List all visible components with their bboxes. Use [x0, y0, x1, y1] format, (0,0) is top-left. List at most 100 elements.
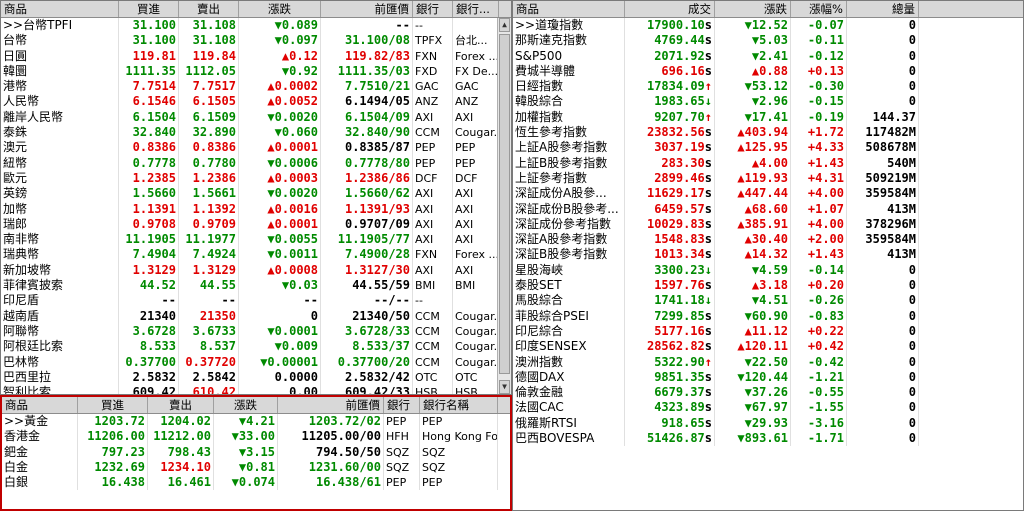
idx-table-row[interactable]: 星股海峽 3300.23↓ ▼4.59 -0.14 0	[513, 262, 1023, 279]
scroll-thumb[interactable]	[499, 34, 510, 374]
fx-table-row[interactable]: 阿根廷比索8.5338.537▼0.0098.533/37CCMCougar..…	[1, 339, 511, 355]
idx-table-row[interactable]: 印度SENSEX 28562.82s ▲120.11 +0.42 0	[513, 339, 1023, 355]
idx-table-row[interactable]: >>道瓊指數 17900.10s ▼12.52 -0.07 0	[513, 18, 1023, 34]
index-quote-panel: 商品 成交 漲跌 漲幅% 總量 >>道瓊指數 17900.10s ▼12.52 -0.…	[512, 0, 1024, 511]
idx-cell-chg: ▲119.93	[715, 170, 791, 187]
metal-table-row[interactable]: 香港金 11206.00 11212.00 ▼33.00 11205.00/00 HFH H…	[2, 429, 510, 445]
idx-table-row[interactable]: 加權指數 9207.70↑ ▼17.41 -0.19 144.37	[513, 109, 1023, 126]
idx-table-row[interactable]: 那斯達克指數 4769.44s ▼5.03 -0.11 0	[513, 33, 1023, 49]
fx-table-row[interactable]: 南非幣 11.1905 11.1977 ▼0.0055 11.1905/77 AXI AXI	[1, 232, 511, 248]
fx-col-ask[interactable]: 賣出	[179, 1, 239, 17]
scroll-down-arrow-icon[interactable]: ▼	[499, 380, 510, 394]
idx-cell-vol: 0	[847, 94, 919, 110]
fx-col-prev[interactable]: 前匯價	[321, 1, 413, 17]
fx-table-row[interactable]: 瑞郎 0.9708 0.9709 ▲0.0001 0.9707/09 AXI AXI	[1, 216, 511, 233]
fx-table-row[interactable]: 巴西里拉 2.5832 2.5842 0.0000 2.5832/42 OTC OTC	[1, 369, 511, 386]
fx-cell-ask: 1.2386	[179, 170, 239, 187]
idx-cell-vol: 0	[847, 354, 919, 370]
fx-table-row[interactable]: >>台幣TPFI 31.100 31.108 ▼0.089 -- --	[1, 18, 511, 34]
idx-cell-chg: ▲4.00	[715, 155, 791, 171]
metal-col-ask[interactable]: 賣出	[148, 397, 214, 413]
idx-col-chg[interactable]: 漲跌	[715, 1, 791, 17]
idx-table-row[interactable]: 上証B股參考指數 283.30s ▲4.00 +1.43 540M	[513, 155, 1023, 171]
idx-col-name[interactable]: 商品	[513, 1, 625, 17]
fx-table-row[interactable]: 人民幣 6.1546 6.1505 ▲0.0052 6.1494/05 ANZ ANZ	[1, 94, 511, 110]
idx-cell-pct: -0.55	[791, 385, 847, 401]
idx-last-value: 17900.10	[646, 18, 705, 32]
fx-table-row[interactable]: 澳元 0.8386 0.8386 ▲0.0001 0.8385/87 PEP PEP	[1, 140, 511, 156]
idx-table-row[interactable]: 倫敦金融 6679.37s ▼37.26 -0.55 0	[513, 385, 1023, 401]
fx-table-row[interactable]: 新加坡幣 1.3129 1.3129 ▲0.0008 1.3127/30 AXI AXI	[1, 262, 511, 279]
fx-col-bank[interactable]: 銀行	[413, 1, 453, 17]
idx-table-row[interactable]: 上証參考指數 2899.46s ▲119.93 +4.31 509219M	[513, 170, 1023, 187]
fx-col-chg[interactable]: 漲跌	[239, 1, 321, 17]
fx-table-row[interactable]: 韓圜 1111.35 1112.05 ▼0.92 1111.35/03 FXD FX De.…	[1, 63, 511, 80]
idx-last-value: 1548.83	[654, 232, 705, 247]
idx-table-row[interactable]: 日經指數 17834.09↑ ▼53.12 -0.30 0	[513, 79, 1023, 95]
idx-table-row[interactable]: 印尼綜合 5177.16s ▲11.12 +0.22 0	[513, 323, 1023, 340]
metal-col-name[interactable]: 商品	[2, 397, 78, 413]
metal-table-row[interactable]: 白金 1232.69 1234.10 ▼0.81 1231.60/00 SQZ SQZ	[2, 459, 510, 476]
idx-table-row[interactable]: 上証A股參考指數 3037.19s ▲125.95 +4.33 508678M	[513, 140, 1023, 156]
fx-col-name[interactable]: 商品	[1, 1, 119, 17]
metal-col-prev[interactable]: 前匯價	[278, 397, 384, 413]
fx-table-row[interactable]: 智利比索 609.42 610.42 0.00 609.42/33 HSB HSB	[1, 385, 511, 394]
idx-table-row[interactable]: 費城半導體 696.16s ▲0.88 +0.13 0	[513, 63, 1023, 80]
fx-table-row[interactable]: 泰銖32.84032.890▼0.06032.840/90CCMCougar..…	[1, 125, 511, 141]
idx-table-row[interactable]: 菲股綜合PSEI 7299.85s ▼60.90 -0.83 0	[513, 308, 1023, 324]
fx-scrollbar[interactable]: ▲ ▼	[497, 18, 511, 394]
idx-table-row[interactable]: S&P500 2071.92s ▼2.41 -0.12 0	[513, 48, 1023, 64]
idx-table-row[interactable]: 深証A股參考指數 1548.83s ▲30.40 +2.00 359584M	[513, 232, 1023, 248]
idx-table-row[interactable]: 法國CAC 4323.89s ▼67.97 -1.55 0	[513, 400, 1023, 416]
metal-col-bankname[interactable]: 銀行名稱	[420, 397, 498, 413]
fx-table-row[interactable]: 日圓 119.81 119.84 ▲0.12 119.82/83 FXN Forex ...	[1, 48, 511, 64]
fx-cell-bank-code: AXI	[413, 216, 453, 233]
idx-table-row[interactable]: 深証成份B股參考... 6459.57s ▲68.60 +1.07 413M	[513, 201, 1023, 217]
idx-table-row[interactable]: 深証B股參考指數 1013.34s ▲14.32 +1.43 413M	[513, 247, 1023, 263]
fx-cell-ask: 1112.05	[179, 63, 239, 80]
metal-table-row[interactable]: >>黃金 1203.72 1204.02 ▼4.21 1203.72/02 PEP PEP	[2, 414, 510, 430]
idx-table-row[interactable]: 馬股綜合 1741.18↓ ▼4.51 -0.26 0	[513, 293, 1023, 309]
idx-col-last[interactable]: 成交	[625, 1, 715, 17]
idx-table-row[interactable]: 深証成份A股參... 11629.17s ▲447.44 +4.00 359584M	[513, 186, 1023, 202]
idx-table-row[interactable]: 深証成份參考指數 10029.83s ▲385.91 +4.00 378296M	[513, 216, 1023, 233]
fx-table-row[interactable]: 菲律賓披索 44.52 44.55 ▼0.03 44.55/59 BMI BMI	[1, 278, 511, 294]
fx-table-row[interactable]: 印尼盾 -- -- -- --/-- --	[1, 293, 511, 309]
fx-table-row[interactable]: 巴林幣 0.37700 0.37720 ▼0.00001 0.37700/20 CCM Co…	[1, 354, 511, 370]
fx-cell-prev: 32.840/90	[321, 125, 413, 141]
idx-table-row[interactable]: 俄羅斯RTSI 918.65s ▼29.93 -3.16 0	[513, 415, 1023, 432]
idx-table-row[interactable]: 德國DAX 9851.35s ▼120.44 -1.21 0	[513, 369, 1023, 386]
metal-col-chg[interactable]: 漲跌	[214, 397, 278, 413]
idx-col-vol[interactable]: 總量	[847, 1, 919, 17]
fx-table-row[interactable]: 加幣 1.1391 1.1392 ▲0.0016 1.1391/93 AXI AXI	[1, 201, 511, 217]
metal-table-row[interactable]: 白銀 16.438 16.461 ▼0.074 16.438/61 PEP PEP	[2, 475, 510, 491]
fx-cell-bank-code: PEP	[413, 140, 453, 156]
fx-table-row[interactable]: 瑞典幣 7.4904 7.4924 ▼0.0011 7.4900/28 FXN Forex …	[1, 247, 511, 263]
idx-table-row[interactable]: 泰股SET 1597.76s ▲3.18 +0.20 0	[513, 278, 1023, 294]
idx-table-row[interactable]: 恆生參考指數 23832.56s ▲403.94 +1.72 117482M	[513, 125, 1023, 141]
fx-cell-bank-name: AXI	[453, 201, 499, 217]
metal-col-bid[interactable]: 買進	[78, 397, 148, 413]
metal-cell-prev: 16.438/61	[278, 475, 384, 491]
fx-table-row[interactable]: 港幣 7.7514 7.7517 ▲0.0002 7.7510/21 GAC GAC	[1, 79, 511, 95]
idx-col-pct[interactable]: 漲幅%	[791, 1, 847, 17]
fx-table-row[interactable]: 越南盾2134021350021340/50CCMCougar...	[1, 308, 511, 324]
fx-table-row[interactable]: 離岸人民幣 6.1504 6.1509 ▼0.0020 6.1504/09 AXI AXI	[1, 109, 511, 126]
metal-table-row[interactable]: 鈀金 797.23 798.43 ▼3.15 794.50/50 SQZ SQZ	[2, 444, 510, 460]
fx-table-row[interactable]: 阿聯幣 3.6728 3.6733 ▼0.0001 3.6728/33 CCM Cougar…	[1, 323, 511, 340]
fx-table-row[interactable]: 英鎊 1.5660 1.5661 ▼0.0020 1.5660/62 AXI AXI	[1, 186, 511, 202]
fx-cell-bank-code: TPFX	[413, 33, 453, 49]
fx-table-row[interactable]: 台幣 31.100 31.108 ▼0.097 31.100/08 TPFX 台北...	[1, 33, 511, 49]
fx-table-row[interactable]: 紐幣 0.7778 0.7780 ▼0.0006 0.7778/80 PEP PEP	[1, 155, 511, 171]
idx-table-row[interactable]: 澳洲指數 5322.90↑ ▼22.50 -0.42 0	[513, 354, 1023, 370]
idx-table-row[interactable]: 韓股綜合 1983.65↓ ▼2.96 -0.15 0	[513, 94, 1023, 110]
idx-cell-vol: 117482M	[847, 125, 919, 141]
fx-col-bid[interactable]: 買進	[119, 1, 179, 17]
idx-table-row[interactable]: 巴西BOVESPA 51426.87s ▼893.61 -1.71 0	[513, 431, 1023, 447]
metal-col-bank[interactable]: 銀行	[384, 397, 420, 413]
fx-cell-ask: 11.1977	[179, 232, 239, 248]
scroll-up-arrow-icon[interactable]: ▲	[499, 18, 510, 32]
fx-table-row[interactable]: 歐元 1.2385 1.2386 ▲0.0003 1.2386/86 DCF DCF	[1, 170, 511, 187]
fx-cell-bid: 31.100	[119, 18, 179, 34]
fx-col-bankname[interactable]: 銀行...	[453, 1, 499, 17]
